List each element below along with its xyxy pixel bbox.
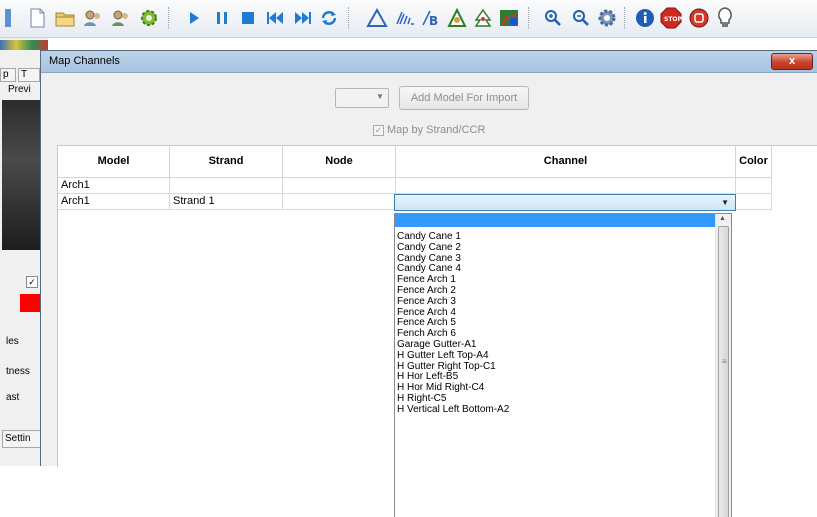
dialog-titlebar[interactable]: Map Channels x [41, 51, 817, 73]
chart-icon[interactable] [496, 5, 522, 31]
info-icon[interactable] [632, 5, 658, 31]
map-channels-dialog: Map Channels x ▼ Add Model For Import ✓ … [40, 50, 817, 517]
table-row-1-channel[interactable] [396, 178, 736, 194]
selected-empty-option[interactable] [395, 214, 731, 227]
user-group-2-icon[interactable] [108, 5, 134, 31]
left-tab-t[interactable]: T [18, 68, 40, 82]
grip-icon: ≡ [722, 357, 727, 366]
play-icon[interactable] [181, 5, 207, 31]
table-row-2-node[interactable] [283, 194, 396, 210]
repeat-icon[interactable] [316, 5, 342, 31]
user-group-icon[interactable] [80, 5, 106, 31]
color-swatch[interactable] [20, 294, 40, 312]
chevron-down-icon: ▼ [721, 198, 729, 207]
record-icon[interactable] [686, 5, 712, 31]
tree-icon[interactable] [470, 5, 496, 31]
svg-text:B: B [429, 14, 438, 28]
list-item[interactable]: H Gutter Left Top-A4 [395, 350, 731, 362]
zoom-out-icon[interactable] [568, 5, 594, 31]
model-combo[interactable]: ▼ [335, 88, 389, 108]
scroll-thumb[interactable]: ≡ [718, 226, 729, 517]
table-row-1-strand[interactable] [170, 178, 283, 194]
gear-green-icon[interactable] [136, 5, 162, 31]
label-ness: tness [6, 366, 30, 377]
list-item[interactable]: Candy Cane 2 [395, 242, 731, 254]
app-toolbar: B STOP [0, 0, 817, 38]
table-row-1-node[interactable] [283, 178, 396, 194]
table-row-2-model[interactable]: Arch1 [58, 194, 170, 210]
scroll-up-icon[interactable]: ▲ [719, 215, 726, 222]
close-icon: x [788, 55, 796, 67]
settings-icon[interactable] [594, 5, 620, 31]
triangle-icon[interactable] [364, 5, 390, 31]
left-checkbox[interactable]: ✓ [26, 276, 38, 288]
stop-icon[interactable] [235, 5, 261, 31]
new-file-icon[interactable] [24, 5, 50, 31]
skip-forward-icon[interactable] [290, 5, 316, 31]
effect-icon[interactable] [444, 5, 470, 31]
map-by-strand-checkbox[interactable]: ✓ Map by Strand/CCR [373, 123, 485, 137]
bulb-icon[interactable] [712, 5, 738, 31]
channel-dropdown[interactable]: ▼ [394, 194, 736, 211]
label-es: les [6, 336, 19, 347]
left-tab-p[interactable]: p [0, 68, 16, 82]
toolbar-edge-icon [2, 5, 14, 31]
column-header-strand[interactable]: Strand [170, 146, 283, 178]
dropdown-scrollbar[interactable]: ▲ ≡ [715, 214, 731, 517]
pause-icon[interactable] [209, 5, 235, 31]
zoom-in-icon[interactable] [540, 5, 566, 31]
antenna-icon[interactable] [392, 5, 418, 31]
dialog-title: Map Channels [49, 55, 120, 67]
list-item[interactable]: H Vertical Left Bottom-A2 [395, 404, 731, 416]
column-header-node[interactable]: Node [283, 146, 396, 178]
table-row-2-strand[interactable]: Strand 1 [170, 194, 283, 210]
close-button[interactable]: x [771, 53, 813, 70]
channel-dropdown-list: Candy Cane 1 Candy Cane 2 Candy Cane 3 C… [394, 213, 732, 517]
column-header-channel[interactable]: Channel [396, 146, 736, 178]
chevron-down-icon: ▼ [376, 92, 384, 101]
map-by-strand-label: Map by Strand/CCR [387, 124, 486, 136]
label-ast: ast [6, 392, 20, 403]
table-row-1-color[interactable] [736, 178, 772, 194]
checkbox-icon: ✓ [373, 124, 384, 136]
open-folder-icon[interactable] [52, 5, 78, 31]
skip-back-icon[interactable] [262, 5, 288, 31]
table-row-1-model[interactable]: Arch1 [58, 178, 170, 194]
list-item[interactable]: Fence Arch 3 [395, 296, 731, 308]
table-row-2-color[interactable] [736, 194, 772, 210]
add-model-button[interactable]: Add Model For Import [399, 86, 529, 110]
column-header-color[interactable]: Color [736, 146, 772, 178]
app-header-strip [0, 40, 48, 50]
text-b-icon[interactable]: B [418, 5, 444, 31]
svg-text:STOP: STOP [664, 16, 683, 23]
settings-tab[interactable]: Settin [2, 430, 44, 448]
column-header-model[interactable]: Model [58, 146, 170, 178]
stop-sign-icon[interactable]: STOP [658, 5, 684, 31]
preview-tab[interactable]: Previ [6, 84, 42, 98]
